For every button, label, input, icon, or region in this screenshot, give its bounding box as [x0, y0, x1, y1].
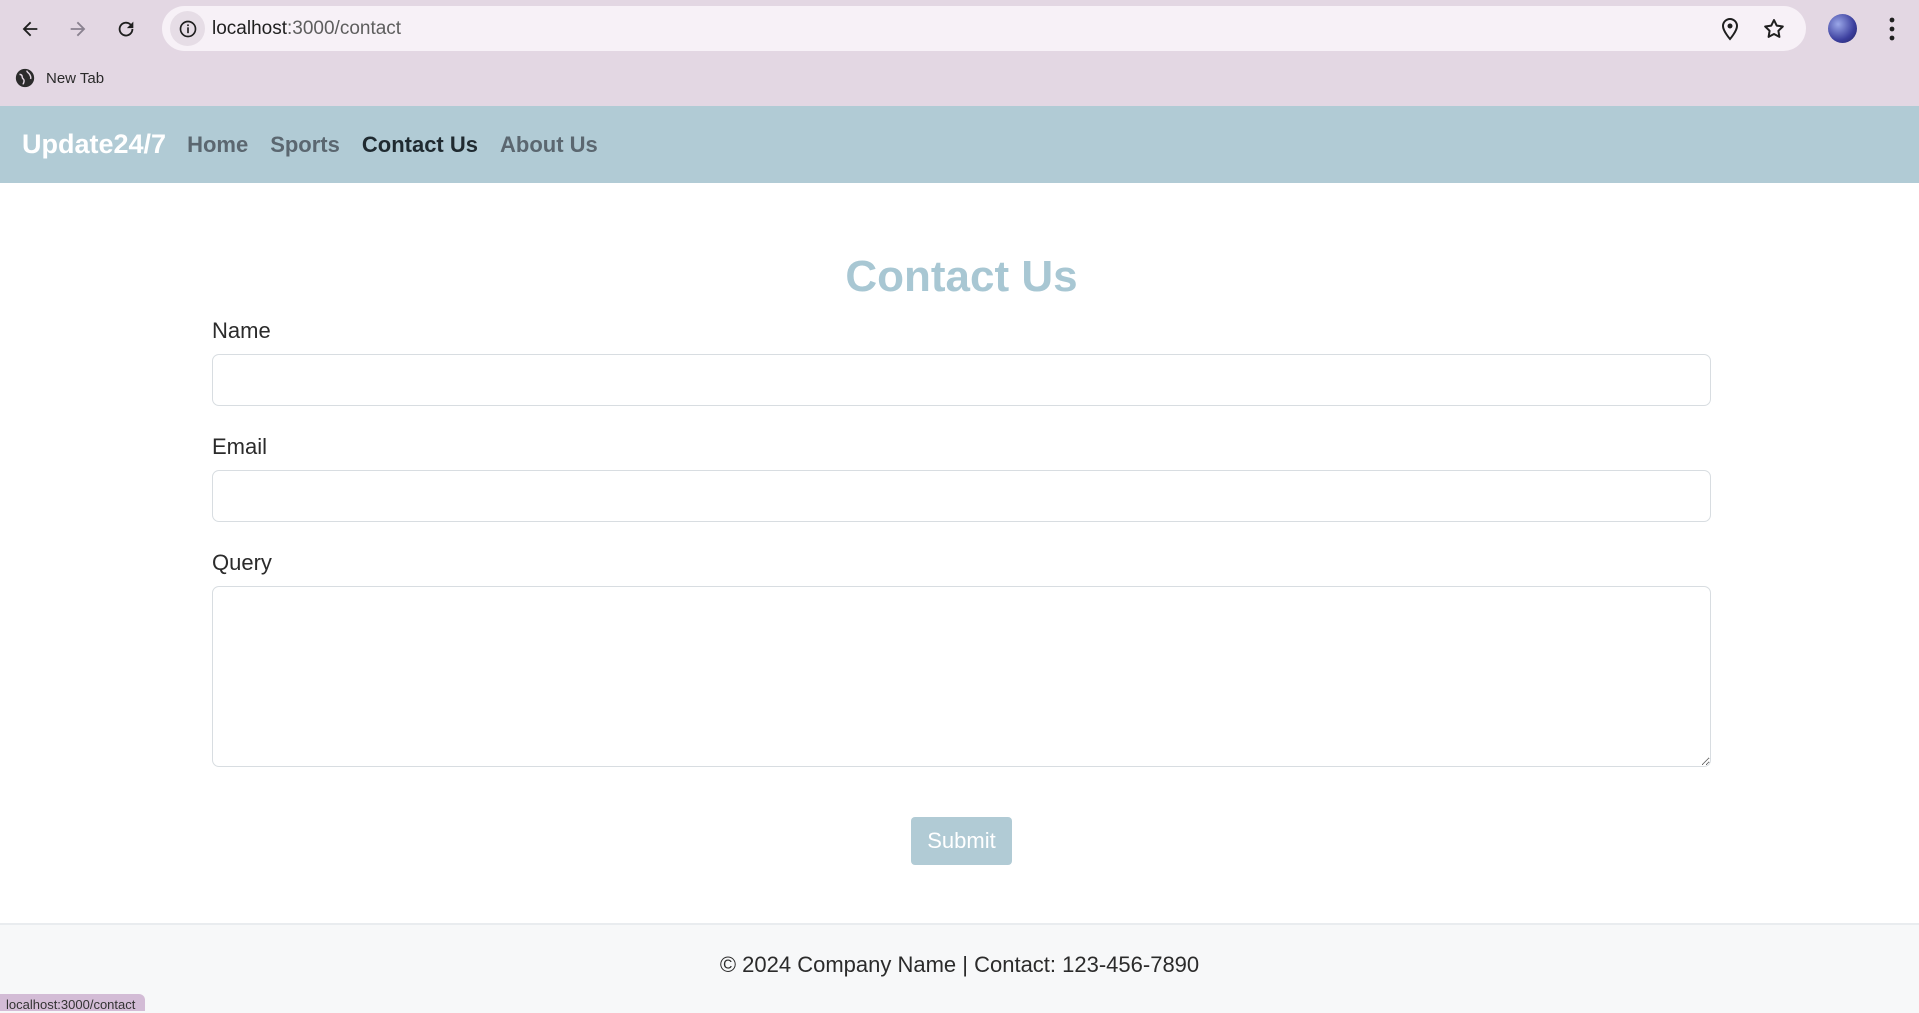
app-navbar: Update24/7 Home Sports Contact Us About …	[0, 106, 1919, 183]
page-footer: © 2024 Company Name | Contact: 123-456-7…	[0, 923, 1919, 1013]
bookmark-label: New Tab	[46, 69, 105, 87]
email-label: Email	[212, 434, 268, 459]
email-input[interactable]	[212, 470, 1711, 523]
nav-link-contact-us[interactable]: Contact Us	[351, 132, 489, 158]
browser-chrome: localhost:3000/contact New Tab	[0, 0, 1919, 107]
reload-icon	[118, 21, 134, 37]
nav-link-sports[interactable]: Sports	[259, 132, 351, 158]
address-bar[interactable]: localhost:3000/contact	[162, 6, 1806, 51]
query-textarea[interactable]	[212, 586, 1711, 768]
back-button[interactable]	[11, 10, 49, 48]
site-info-icon	[179, 20, 196, 37]
star-icon[interactable]	[1762, 17, 1786, 41]
status-bubble-url: localhost:3000/contact	[0, 994, 146, 1011]
forward-button[interactable]	[59, 10, 97, 48]
nav-link-home[interactable]: Home	[176, 132, 259, 158]
location-icon[interactable]	[1718, 17, 1742, 41]
name-field-group: Name	[212, 318, 1711, 407]
nav-links: Home Sports Contact Us About Us	[176, 132, 609, 158]
page-title: Contact Us	[845, 252, 1078, 301]
name-input[interactable]	[212, 354, 1711, 407]
contact-form-section: Contact Us Name Email Query Submit	[212, 183, 1711, 865]
url-path: :3000/contact	[287, 18, 402, 39]
profile-avatar[interactable]	[1828, 14, 1857, 43]
forward-icon	[70, 21, 86, 37]
nav-link-about-us[interactable]: About Us	[489, 132, 609, 158]
footer-text: © 2024 Company Name | Contact: 123-456-7…	[719, 952, 1200, 977]
name-label: Name	[212, 318, 271, 343]
query-field-group: Query	[212, 550, 1711, 772]
query-label: Query	[212, 550, 272, 575]
reload-button[interactable]	[107, 10, 145, 48]
brand-logo-link[interactable]: Update24/7	[22, 129, 166, 160]
submit-button[interactable]: Submit	[911, 817, 1012, 865]
bookmark-new-tab[interactable]: New Tab	[14, 66, 104, 90]
email-field-group: Email	[212, 434, 1711, 523]
back-icon	[22, 21, 38, 37]
globe-icon	[15, 68, 35, 88]
menu-icon[interactable]	[1880, 12, 1904, 46]
url-text[interactable]: localhost:3000/contact	[212, 6, 401, 51]
site-info-button[interactable]	[170, 11, 205, 46]
url-host: localhost	[212, 18, 287, 39]
